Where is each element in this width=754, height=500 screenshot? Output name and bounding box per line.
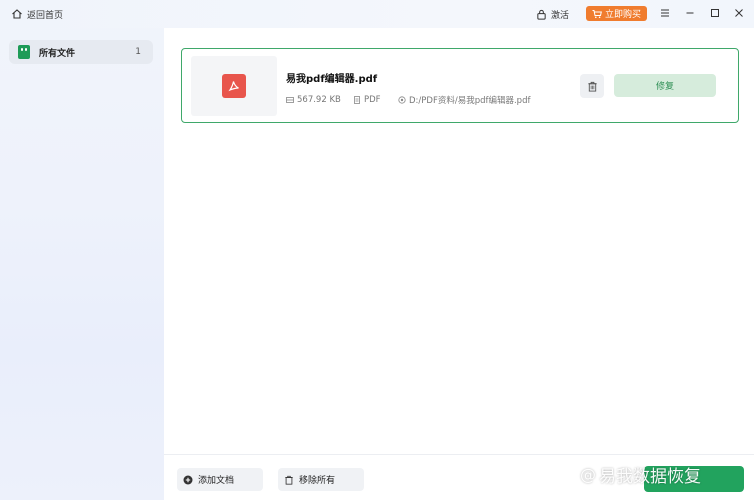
pdf-file-icon: [222, 74, 246, 98]
activate-label: 激活: [551, 10, 570, 21]
file-name: 易我pdf编辑器.pdf: [286, 74, 378, 85]
buy-now-label: 立即购买: [604, 10, 641, 20]
file-size-value: 567.92 KB: [297, 95, 341, 105]
maximize-icon: [711, 9, 719, 17]
sidebar-background: [0, 0, 164, 500]
main-content: 易我pdf编辑器.pdf 567.92 KB PDF D:/PDF资料/易我pd…: [164, 28, 754, 500]
file-card[interactable]: 易我pdf编辑器.pdf 567.92 KB PDF D:/PDF资料/易我pd…: [181, 48, 739, 123]
bottom-toolbar: 添加文档 移除所有: [164, 454, 754, 500]
sidebar-item-label: 所有文件: [39, 48, 76, 59]
file-folder-icon: [18, 45, 30, 59]
app-window: 返回首页 激活 立即购买 所有文件 1 易我pdf编辑器.pdf 567.92 …: [0, 0, 754, 500]
sidebar-item-all-files[interactable]: 所有文件 1: [9, 40, 153, 64]
close-button[interactable]: [732, 6, 746, 20]
maximize-button[interactable]: [708, 6, 722, 20]
add-circle-icon: [183, 475, 193, 484]
document-icon: [354, 96, 360, 104]
back-home-button[interactable]: 返回首页: [11, 6, 63, 22]
file-type: PDF: [353, 94, 381, 106]
close-icon: [735, 9, 743, 17]
add-document-button[interactable]: 添加文档: [177, 468, 263, 491]
file-thumbnail: [191, 56, 277, 116]
file-path: D:/PDF资料/易我pdf编辑器.pdf: [398, 94, 530, 106]
file-size: 567.92 KB: [286, 94, 341, 106]
sidebar-item-count: 1: [135, 47, 141, 57]
menu-button[interactable]: [658, 6, 672, 20]
lock-icon: [537, 9, 546, 20]
add-document-label: 添加文档: [198, 476, 235, 486]
minimize-button[interactable]: [683, 6, 697, 20]
trash-icon: [285, 475, 293, 485]
back-home-label: 返回首页: [27, 10, 64, 21]
buy-now-button[interactable]: 立即购买: [586, 6, 647, 21]
cart-icon: [592, 9, 602, 18]
hamburger-icon: [661, 9, 669, 17]
trash-icon: [587, 81, 597, 92]
minimize-icon: [686, 12, 694, 14]
remove-all-button[interactable]: 移除所有: [278, 468, 364, 491]
location-pin-icon: [398, 96, 406, 104]
repair-button[interactable]: 修复: [614, 74, 716, 97]
delete-button[interactable]: [580, 74, 604, 98]
start-repair-button[interactable]: [644, 466, 744, 492]
home-icon: [12, 9, 22, 19]
file-type-value: PDF: [364, 95, 381, 105]
activate-button[interactable]: 激活: [536, 6, 569, 22]
file-path-value: D:/PDF资料/易我pdf编辑器.pdf: [409, 96, 531, 106]
disk-icon: [286, 97, 294, 103]
remove-all-label: 移除所有: [299, 476, 336, 486]
